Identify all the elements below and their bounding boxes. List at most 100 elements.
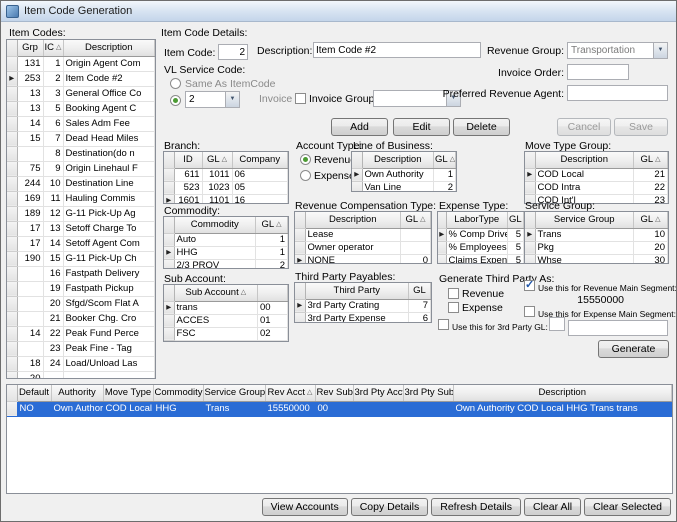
table-row[interactable]: 16911Hauling Commis bbox=[7, 191, 155, 206]
cell[interactable]: 2 bbox=[256, 259, 288, 269]
cell[interactable]: 0 bbox=[401, 254, 431, 264]
row-marker[interactable]: ▶ bbox=[7, 71, 17, 86]
cell[interactable]: COD Intra bbox=[535, 181, 634, 194]
column-header[interactable]: Commodity bbox=[174, 217, 256, 233]
clear-selected-button[interactable]: Clear Selected bbox=[584, 498, 671, 516]
cell[interactable]: 14 bbox=[17, 326, 43, 341]
table-row[interactable]: 18912G-11 Pick-Up Ag bbox=[7, 206, 155, 221]
cell[interactable]: 8 bbox=[43, 146, 63, 161]
cell[interactable]: Own Authority COD Local HHG Trans trans bbox=[453, 401, 672, 416]
cell[interactable]: Trans bbox=[203, 401, 265, 416]
cell[interactable]: 21 bbox=[43, 311, 63, 326]
row-marker[interactable] bbox=[295, 228, 305, 241]
cell[interactable] bbox=[63, 371, 155, 379]
row-marker[interactable] bbox=[352, 181, 362, 192]
add-button[interactable]: Add bbox=[331, 118, 388, 136]
use-3rd-party-gl-checkbox[interactable] bbox=[438, 319, 449, 330]
row-marker[interactable] bbox=[164, 168, 174, 181]
row-marker[interactable] bbox=[7, 221, 17, 236]
row-marker[interactable] bbox=[7, 401, 17, 416]
cell[interactable]: 1 bbox=[256, 233, 288, 246]
table-row[interactable]: 3rd Party Expense6 bbox=[295, 312, 431, 323]
row-marker[interactable]: ▶ bbox=[164, 194, 174, 204]
save-button[interactable]: Save bbox=[614, 118, 668, 136]
cell[interactable]: 15550000 bbox=[265, 401, 315, 416]
cell[interactable]: 5 bbox=[43, 101, 63, 116]
column-header[interactable]: Description bbox=[535, 152, 634, 168]
cell[interactable]: 2 bbox=[43, 71, 63, 86]
column-header[interactable]: GL△ bbox=[508, 212, 524, 228]
column-header[interactable]: Sub Account△ bbox=[174, 285, 258, 301]
cell[interactable]: 253 bbox=[17, 71, 43, 86]
cell[interactable]: 1 bbox=[256, 246, 288, 259]
cell[interactable]: 00 bbox=[258, 301, 288, 314]
generate-revenue-checkbox[interactable] bbox=[448, 288, 459, 299]
column-header[interactable]: LaborType bbox=[446, 212, 508, 228]
cell[interactable]: 16 bbox=[232, 194, 288, 204]
invoice-checkbox[interactable] bbox=[295, 93, 306, 104]
column-header[interactable]: Description bbox=[305, 212, 401, 228]
cell[interactable] bbox=[353, 401, 403, 416]
cell[interactable]: 190 bbox=[17, 251, 43, 266]
table-row[interactable]: 16Fastpath Delivery bbox=[7, 266, 155, 281]
cell[interactable]: Trans bbox=[535, 228, 634, 241]
cell[interactable]: Whse bbox=[535, 254, 634, 264]
table-row[interactable]: ▶1601110116 bbox=[164, 194, 288, 204]
cell[interactable]: Load/Unload Las bbox=[63, 356, 155, 371]
cell[interactable]: Sfgd/Scom Flat A bbox=[63, 296, 155, 311]
cell[interactable]: 30 bbox=[634, 254, 668, 264]
vl-code-combo[interactable]: 2 ▼ bbox=[185, 91, 240, 108]
table-row[interactable]: COD Intra22 bbox=[525, 181, 668, 194]
dropdown-arrow-icon[interactable]: ▼ bbox=[653, 43, 667, 58]
expense-main-segment-input[interactable] bbox=[568, 320, 668, 336]
cell[interactable]: 13 bbox=[17, 101, 43, 116]
table-row[interactable]: 23Peak Fine - Tag bbox=[7, 341, 155, 356]
cell[interactable]: 2 bbox=[434, 181, 456, 192]
column-header[interactable]: GL△ bbox=[634, 212, 668, 228]
cell[interactable] bbox=[401, 228, 431, 241]
cell[interactable]: 17 bbox=[17, 236, 43, 251]
cell[interactable]: Destination(do n bbox=[63, 146, 155, 161]
vl-code-radio[interactable] bbox=[170, 95, 181, 106]
table-row[interactable]: 19015G-11 Pick-Up Ch bbox=[7, 251, 155, 266]
column-header[interactable]: Service Group bbox=[203, 385, 265, 401]
expense-4-radio[interactable] bbox=[300, 170, 311, 181]
column-header[interactable]: Description bbox=[362, 152, 434, 168]
cell[interactable]: 3rd Party Crating bbox=[305, 299, 409, 312]
row-marker[interactable]: ▶ bbox=[295, 254, 305, 264]
cell[interactable]: Own Authority bbox=[362, 168, 434, 181]
cell[interactable]: Setoff Charge To bbox=[63, 221, 155, 236]
cell[interactable]: HHG bbox=[174, 246, 256, 259]
commodity-grid[interactable]: CommodityGL△Auto1▶HHG12/3 PROV2 bbox=[163, 216, 289, 269]
table-row[interactable]: 1714Setoff Agent Com bbox=[7, 236, 155, 251]
copy-details-button[interactable]: Copy Details bbox=[351, 498, 429, 516]
clear-all-button[interactable]: Clear All bbox=[524, 498, 581, 516]
column-header[interactable]: Rev Acct△ bbox=[265, 385, 315, 401]
table-row[interactable]: ▶Own Authority1 bbox=[352, 168, 456, 181]
title-bar[interactable]: Item Code Generation bbox=[1, 1, 676, 22]
cell[interactable]: % Employees bbox=[446, 241, 508, 254]
cell[interactable]: 1023 bbox=[202, 181, 232, 194]
cell[interactable]: MTR bbox=[174, 340, 258, 342]
column-header[interactable]: Third Party bbox=[305, 283, 409, 299]
cell[interactable]: 14 bbox=[43, 236, 63, 251]
table-row[interactable]: Van Line2 bbox=[352, 181, 456, 192]
delete-button[interactable]: Delete bbox=[453, 118, 510, 136]
column-header[interactable]: Service Group bbox=[535, 212, 634, 228]
row-marker[interactable] bbox=[7, 161, 17, 176]
cell[interactable]: Peak Fund Perce bbox=[63, 326, 155, 341]
row-marker[interactable] bbox=[164, 327, 174, 340]
row-marker[interactable] bbox=[7, 191, 17, 206]
cell[interactable]: Lease bbox=[305, 228, 401, 241]
description-input[interactable] bbox=[313, 42, 481, 58]
cell[interactable]: 75 bbox=[17, 161, 43, 176]
cell[interactable]: Origin Linehaul F bbox=[63, 161, 155, 176]
cell[interactable]: 10 bbox=[43, 176, 63, 191]
row-marker[interactable]: ▶ bbox=[352, 168, 362, 181]
cell[interactable]: Pkg bbox=[535, 241, 634, 254]
table-row[interactable]: 1824Load/Unload Las bbox=[7, 356, 155, 371]
table-row[interactable]: 157Dead Head Miles bbox=[7, 131, 155, 146]
generate-expense-checkbox[interactable] bbox=[448, 302, 459, 313]
row-marker[interactable] bbox=[7, 56, 17, 71]
cell[interactable]: 14 bbox=[17, 116, 43, 131]
